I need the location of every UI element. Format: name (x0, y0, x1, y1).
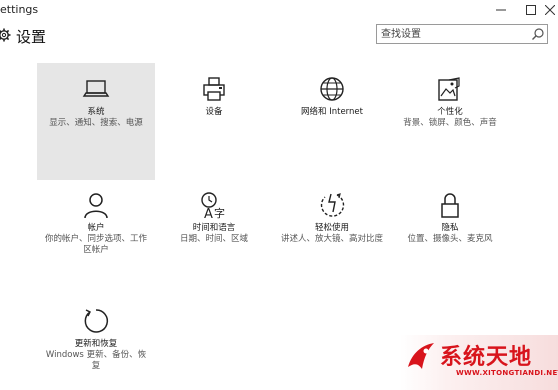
tile-description: 日期、时间、区域 (179, 234, 248, 244)
tile-system[interactable]: 系统 显示、通知、搜索、电源 (37, 63, 155, 180)
watermark-logo-icon (408, 343, 434, 369)
window-title: ettings (0, 3, 39, 16)
tile-label: 帐户 (87, 223, 105, 233)
tile-ease-of-access[interactable]: 轻松使用 讲述人、放大镜、高对比度 (273, 182, 391, 282)
tile-accounts[interactable]: 帐户 你的帐户、同步选项、工作区帐户 (37, 182, 155, 282)
tile-label: 系统 (87, 107, 105, 117)
printer-icon (199, 74, 229, 104)
tile-label: 时间和语言 (192, 223, 236, 233)
tile-label: 隐私 (441, 223, 459, 233)
laptop-icon (81, 74, 111, 104)
time-language-icon: A 字 (199, 190, 229, 220)
tile-description: 讲述人、放大镜、高对比度 (280, 234, 383, 244)
tile-update-security[interactable]: 更新和恢复 Windows 更新、备份、恢复 (37, 298, 155, 390)
search-icon[interactable] (531, 27, 545, 41)
tile-personalization[interactable]: 个性化 背景、锁屏、颜色、声音 (391, 63, 509, 180)
svg-text:字: 字 (214, 206, 225, 220)
minimize-button[interactable] (486, 0, 516, 20)
tile-description: Windows 更新、备份、恢复 (45, 350, 147, 371)
minimize-icon (496, 9, 506, 11)
globe-icon (317, 74, 347, 104)
tile-description: 位置、摄像头、麦克风 (407, 234, 493, 244)
tile-label: 轻松使用 (314, 223, 349, 233)
ease-of-access-icon (317, 190, 347, 220)
tile-network[interactable]: 网络和 Internet (273, 63, 391, 180)
refresh-icon (81, 306, 111, 336)
lock-icon (435, 190, 465, 220)
tile-label: 更新和恢复 (74, 339, 118, 349)
search-box[interactable] (376, 24, 548, 44)
watermark: 系统天地 WWW.XITONGTIANDI.NET (400, 335, 558, 390)
watermark-url: WWW.XITONGTIANDI.NET (456, 369, 558, 377)
tile-description: 背景、锁屏、颜色、声音 (403, 118, 497, 128)
page-title: 设置 (16, 28, 47, 46)
tile-label: 个性化 (437, 107, 463, 117)
search-input[interactable] (381, 26, 521, 42)
gear-icon (0, 28, 11, 42)
tile-description: 你的帐户、同步选项、工作区帐户 (44, 234, 147, 255)
close-button[interactable] (540, 0, 558, 20)
tile-label: 网络和 Internet (301, 107, 363, 117)
title-bar: ettings (0, 0, 558, 20)
svg-text:A: A (204, 207, 213, 220)
tile-privacy[interactable]: 隐私 位置、摄像头、麦克风 (391, 182, 509, 282)
personalize-icon (435, 74, 465, 104)
close-icon (545, 5, 555, 15)
watermark-title: 系统天地 (440, 345, 533, 370)
maximize-icon (526, 5, 536, 15)
tile-devices[interactable]: 设备 (155, 63, 273, 180)
person-icon (81, 190, 111, 220)
tile-time-language[interactable]: A 字 时间和语言 日期、时间、区域 (155, 182, 273, 282)
tile-label: 设备 (205, 107, 223, 117)
tile-description: 显示、通知、搜索、电源 (49, 118, 143, 128)
